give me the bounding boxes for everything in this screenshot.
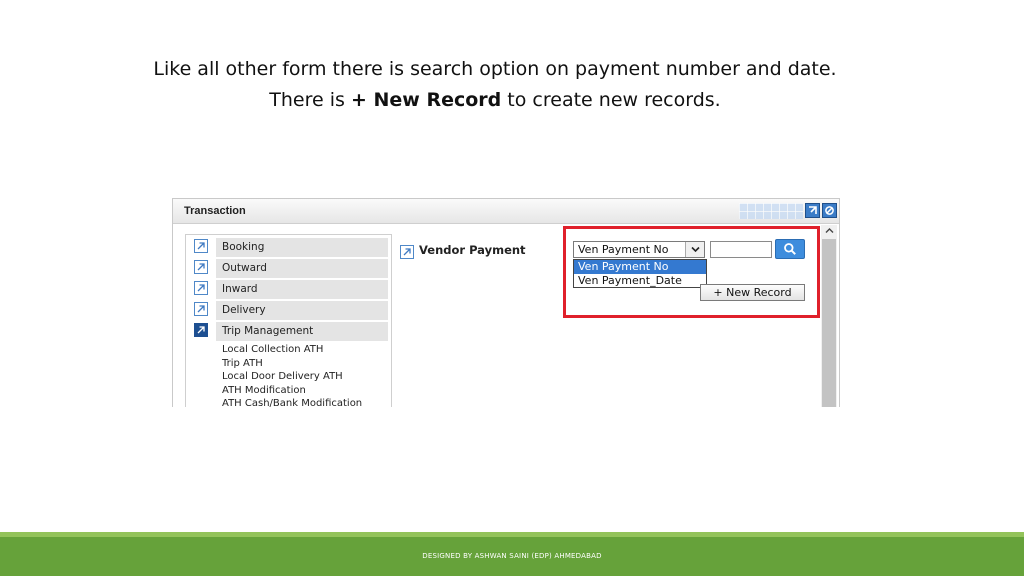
link-arrow-icon [194, 260, 208, 274]
vertical-scrollbar[interactable] [821, 225, 837, 407]
link-arrow-icon [194, 323, 208, 337]
submenu-item-local-door-delivery-ath[interactable]: Local Door Delivery ATH [222, 370, 343, 384]
submenu-item-ath-cash-bank-modification[interactable]: ATH Cash/Bank Modification [222, 397, 362, 407]
menu-item-label: Inward [216, 280, 388, 299]
link-arrow-icon [194, 302, 208, 316]
footer-text: DESIGNED BY ASHWAN SAINI (EDP) AHMEDABAD [422, 552, 602, 560]
window-titlebar: Transaction [173, 199, 839, 224]
link-arrow-icon [400, 245, 414, 259]
caption-line-2-bold: + New Record [350, 89, 502, 111]
menu-item-outward[interactable]: Outward [194, 259, 388, 278]
link-arrow-icon [194, 281, 208, 295]
menu-item-inward[interactable]: Inward [194, 280, 388, 299]
menu-item-delivery[interactable]: Delivery [194, 301, 388, 320]
menu-item-label: Delivery [216, 301, 388, 320]
titlebar-decoration [739, 203, 803, 219]
expand-icon[interactable] [805, 203, 820, 218]
slide-footer: DESIGNED BY ASHWAN SAINI (EDP) AHMEDABAD [0, 537, 1024, 576]
slide-caption: Like all other form there is search opti… [0, 54, 990, 116]
menu-item-label: Trip Management [216, 322, 388, 341]
caption-line-1: Like all other form there is search opti… [153, 58, 837, 80]
scrollbar-thumb[interactable] [822, 239, 836, 407]
form-title: Vendor Payment [419, 243, 526, 257]
menu-item-label: Outward [216, 259, 388, 278]
link-arrow-icon [194, 239, 208, 253]
chevron-up-icon[interactable] [821, 225, 837, 237]
highlight-box [563, 226, 820, 318]
transaction-menu: Booking Outward Inward Delivery Trip Man… [185, 234, 392, 407]
settings-icon[interactable] [822, 203, 837, 218]
caption-line-2-end: to create new records. [501, 89, 721, 111]
menu-item-label: Booking [216, 238, 388, 257]
submenu-item-local-collection-ath[interactable]: Local Collection ATH [222, 343, 323, 357]
window-title: Transaction [184, 205, 246, 217]
submenu-item-ath-modification[interactable]: ATH Modification [222, 384, 306, 398]
submenu-item-trip-ath[interactable]: Trip ATH [222, 357, 263, 371]
menu-item-booking[interactable]: Booking [194, 238, 388, 257]
caption-line-2: There is + New Record to create new reco… [0, 85, 990, 116]
menu-item-trip-management[interactable]: Trip Management [194, 322, 388, 341]
caption-line-2-start: There is [269, 89, 351, 111]
